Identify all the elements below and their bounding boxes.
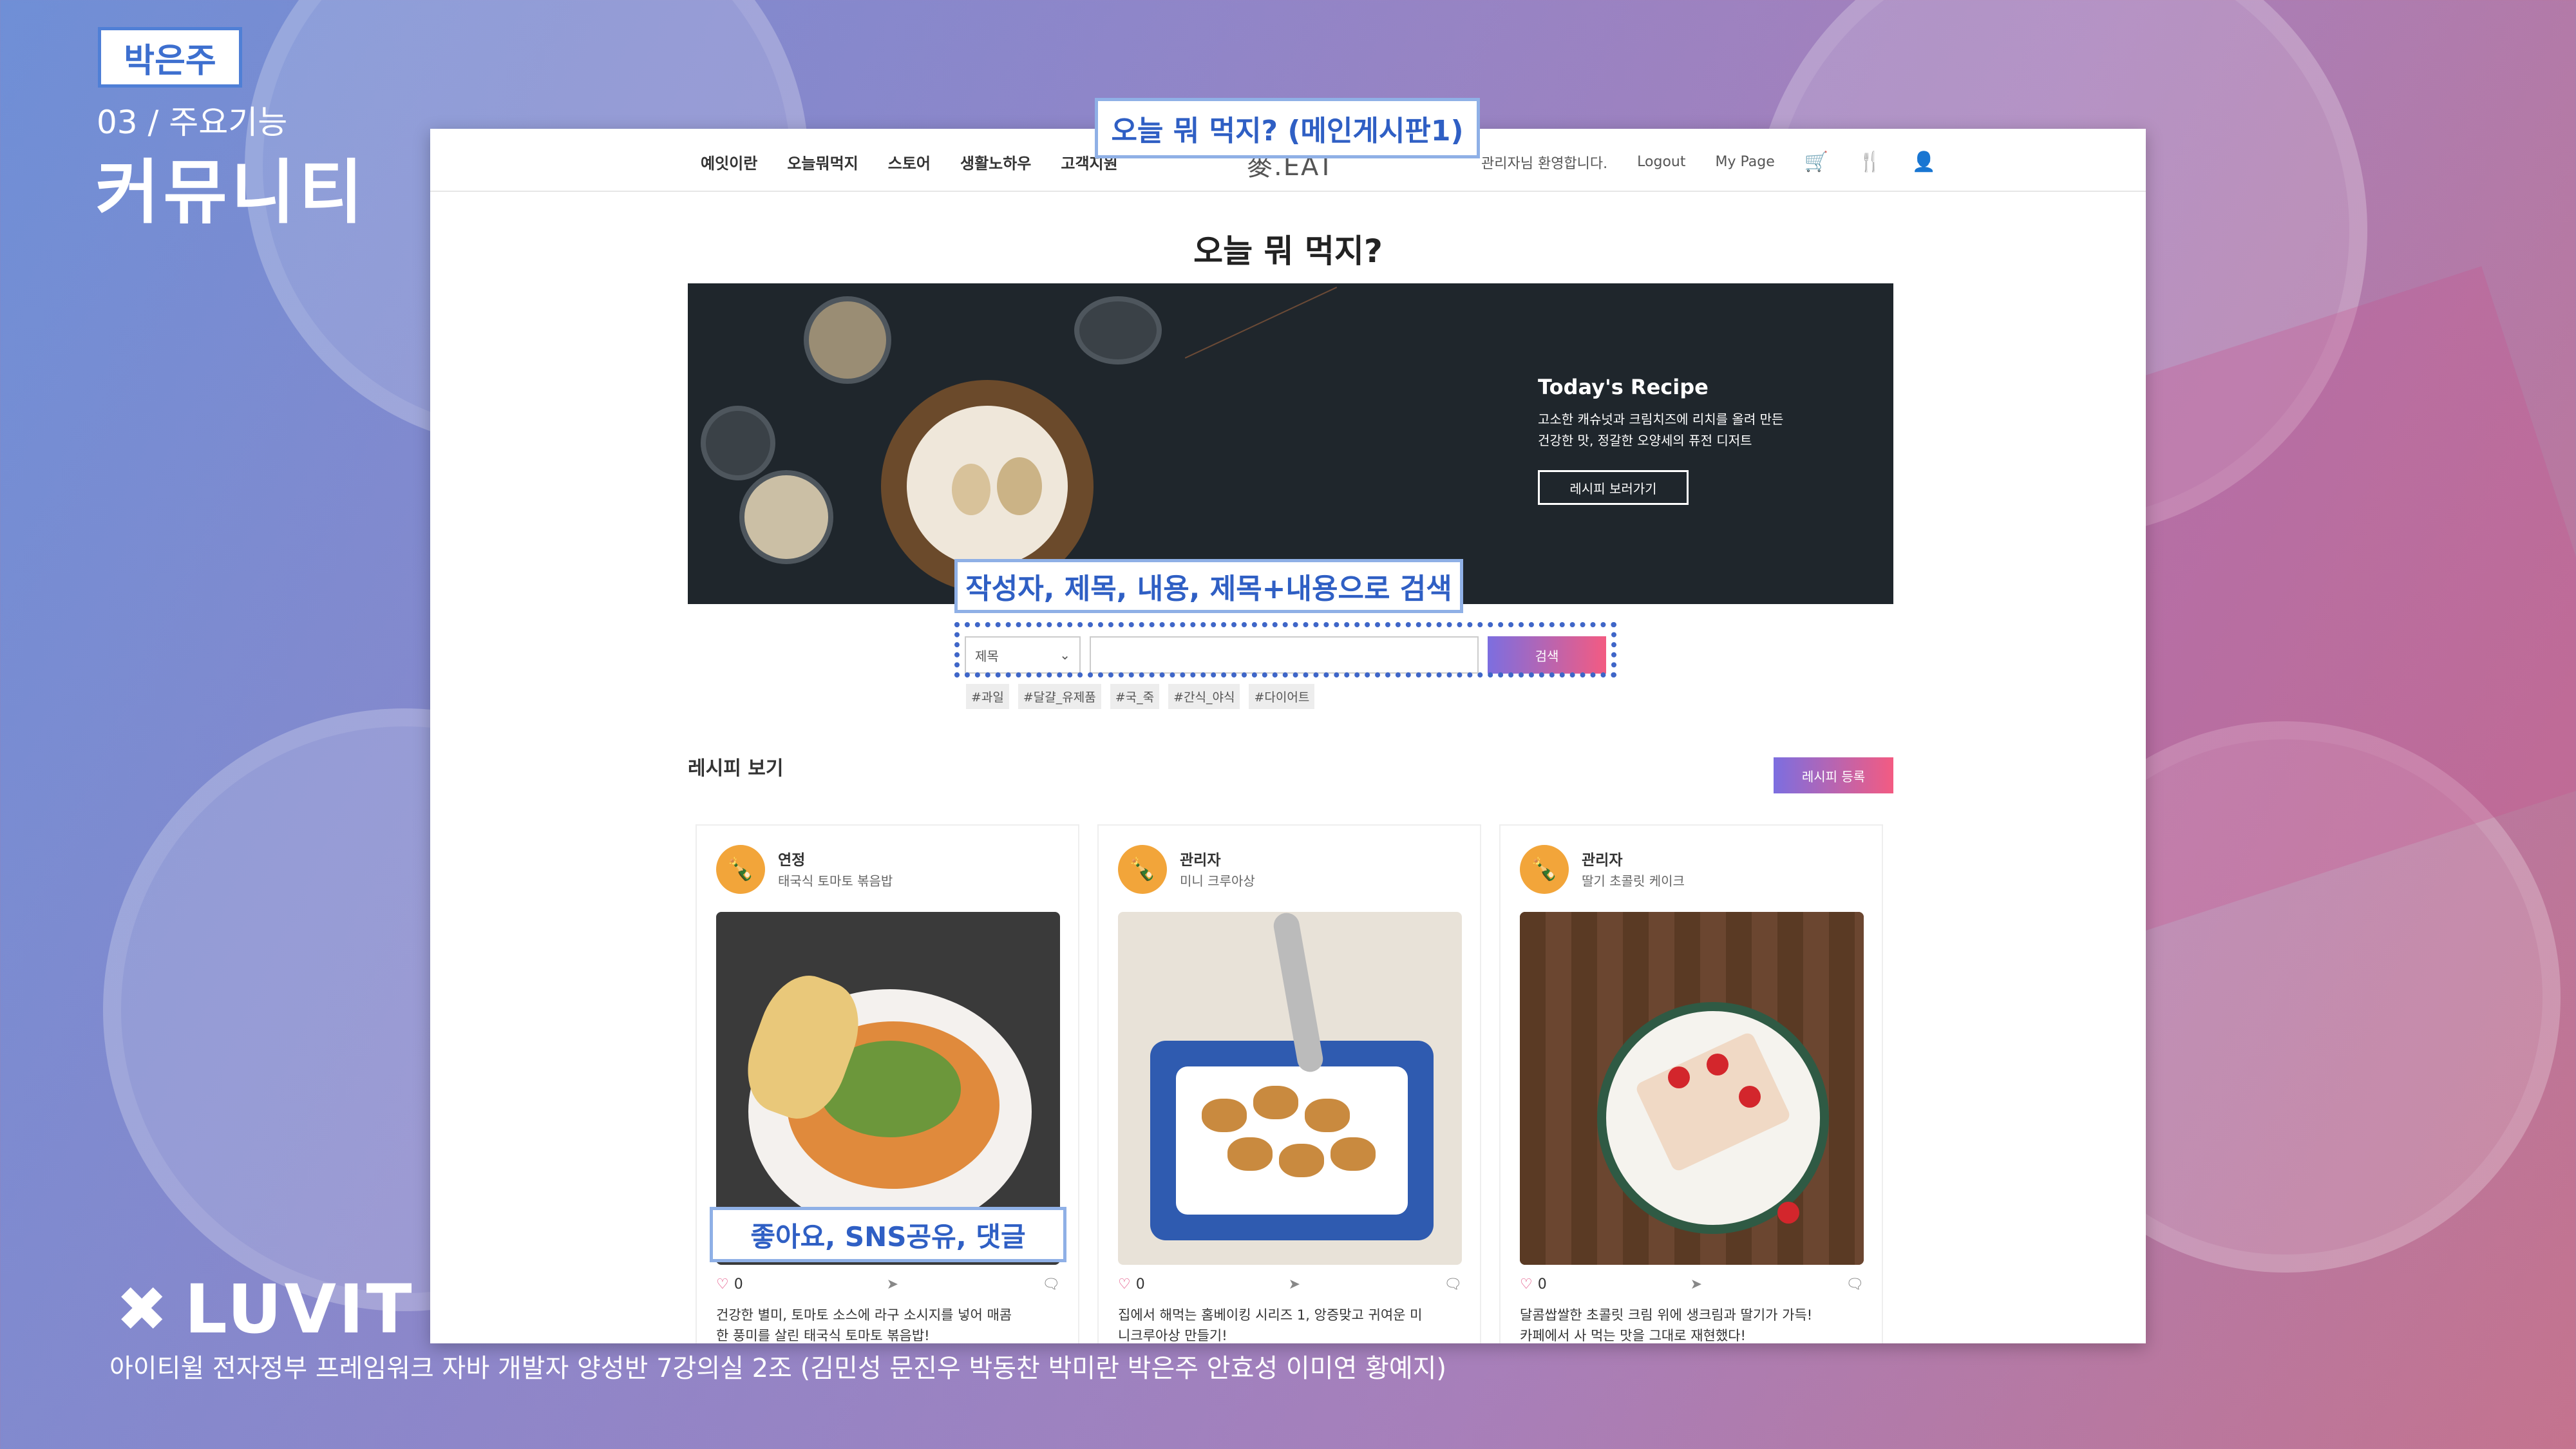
utensils-icon: ✖ — [116, 1273, 168, 1345]
mypage-link[interactable]: My Page — [1715, 154, 1774, 170]
card-actions: ♡ 0 ➤ 🗨 — [1118, 1276, 1462, 1293]
banner-decoration — [739, 470, 833, 564]
recipe-card[interactable]: 🍾 연정 태국식 토마토 볶음밥 ♡ 0 ➤ 🗨 건강한 별미, 토마토 소스에 … — [696, 824, 1079, 1343]
hashtag-snack[interactable]: #간식_야식 — [1168, 684, 1240, 709]
recipe-card[interactable]: 🍾 관리자 미니 크루아상 ♡ 0 ➤ 🗨 집에서 해먹는 홈베이킹 시리즈 1,… — [1097, 824, 1481, 1343]
like-button[interactable]: ♡ 0 — [1520, 1276, 1547, 1293]
like-count: 0 — [1135, 1276, 1145, 1293]
card-description: 건강한 별미, 토마토 소스에 라구 소시지를 넣어 매콤 한 풍미를 살린 태… — [716, 1305, 1064, 1343]
card-title[interactable]: 딸기 초콜릿 케이크 — [1582, 871, 1685, 889]
photo-detail — [1668, 1066, 1690, 1088]
banner-decoration — [701, 406, 775, 480]
website-screenshot: 예잇이란 오늘뭐먹지 스토어 생활노하우 고객지원 麥.EAT 관리자님 환영합… — [430, 129, 2146, 1343]
card-description-line: 건강한 별미, 토마토 소스에 라구 소시지를 넣어 매콤 — [716, 1307, 1012, 1323]
card-author: 연정 — [778, 852, 806, 869]
card-author: 관리자 — [1180, 852, 1221, 869]
register-recipe-button[interactable]: 레시피 등록 — [1774, 757, 1893, 793]
photo-detail — [1279, 1144, 1324, 1177]
photo-detail — [1253, 1086, 1298, 1119]
avatar: 🍾 — [1520, 845, 1569, 894]
section-title: 커뮤니티 — [95, 153, 367, 233]
callout-search: 작성자, 제목, 내용, 제목+내용으로 검색 — [954, 559, 1463, 613]
like-count: 0 — [1537, 1276, 1547, 1293]
like-button[interactable]: ♡ 0 — [716, 1276, 743, 1293]
greeting-text: 관리자님 환영합니다. — [1481, 155, 1608, 172]
logout-link[interactable]: Logout — [1637, 154, 1685, 170]
share-icon[interactable]: ➤ — [1690, 1276, 1702, 1293]
search-highlight-frame — [954, 622, 1616, 677]
nav-item-store[interactable]: 스토어 — [888, 151, 931, 173]
fork-knife-icon[interactable]: 🍴 — [1858, 151, 1882, 173]
photo-detail — [1176, 1066, 1408, 1215]
banner-description: 고소한 캐슈넛과 크림치즈에 리치를 올려 만든 — [1538, 412, 1784, 427]
heart-icon: ♡ — [1118, 1276, 1131, 1293]
banner-cake-image — [952, 464, 990, 515]
card-description-line: 달콤쌉쌀한 초콜릿 크림 위에 생크림과 딸기가 가득! — [1520, 1307, 1813, 1323]
hero-banner: Today's Recipe 고소한 캐슈넛과 크림치즈에 리치를 올려 만든 … — [688, 283, 1893, 604]
hashtag-soup-porridge[interactable]: #국_죽 — [1110, 684, 1160, 709]
nav-item-about[interactable]: 예잇이란 — [701, 151, 757, 173]
heart-icon: ♡ — [716, 1276, 729, 1293]
hashtag-egg-dairy[interactable]: #달걀_유제품 — [1018, 684, 1101, 709]
photo-detail — [1305, 1099, 1350, 1132]
card-title[interactable]: 태국식 토마토 볶음밥 — [778, 871, 893, 889]
card-description: 집에서 해먹는 홈베이킹 시리즈 1, 앙증맞고 귀여운 미 니크루아상 만들기… — [1118, 1305, 1466, 1343]
share-icon[interactable]: ➤ — [1289, 1276, 1300, 1293]
page-title: 오늘 뭐 먹지? — [1193, 232, 1383, 270]
photo-detail — [1739, 1086, 1761, 1108]
comment-icon[interactable]: 🗨 — [1846, 1276, 1864, 1293]
nav-item-what-to-eat[interactable]: 오늘뭐먹지 — [787, 151, 858, 173]
card-title[interactable]: 미니 크루아상 — [1180, 871, 1255, 889]
like-count: 0 — [734, 1276, 743, 1293]
author-badge: 박은주 — [98, 27, 242, 88]
card-description-line: 카페에서 사 먹는 맛을 그대로 재현했다! — [1520, 1328, 1746, 1343]
banner-decoration — [804, 296, 891, 384]
footer-credit: 아이티윌 전자정부 프레임워크 자바 개발자 양성반 7강의실 2조 (김민성 … — [109, 1354, 1447, 1383]
card-actions: ♡ 0 ➤ 🗨 — [716, 1276, 1060, 1293]
comment-icon[interactable]: 🗨 — [1444, 1276, 1462, 1293]
card-description-line: 한 풍미를 살린 태국식 토마토 볶음밥! — [716, 1328, 930, 1343]
avatar: 🍾 — [1118, 845, 1167, 894]
heart-icon: ♡ — [1520, 1276, 1533, 1293]
nav-item-tips[interactable]: 생활노하우 — [960, 151, 1031, 173]
photo-detail — [1331, 1137, 1376, 1171]
avatar: 🍾 — [716, 845, 765, 894]
cart-icon[interactable]: 🛒 — [1804, 151, 1828, 173]
card-actions: ♡ 0 ➤ 🗨 — [1520, 1276, 1864, 1293]
banner-decoration — [1184, 287, 1338, 359]
banner-decoration — [1074, 296, 1162, 365]
recipe-section-title: 레시피 보기 — [688, 757, 784, 780]
nav-user-area: 관리자님 환영합니다. Logout My Page 🛒 🍴 👤 — [1481, 151, 1936, 173]
photo-detail — [1707, 1054, 1728, 1075]
nav-menu: 예잇이란 오늘뭐먹지 스토어 생활노하우 고객지원 — [701, 151, 1118, 173]
banner-title: Today's Recipe — [1538, 375, 1709, 399]
hashtag-list: #과일 #달걀_유제품 #국_죽 #간식_야식 #다이어트 — [966, 684, 1315, 709]
card-description-line: 니크루아상 만들기! — [1118, 1328, 1227, 1343]
logo-text: LUVIT — [184, 1270, 415, 1349]
like-button[interactable]: ♡ 0 — [1118, 1276, 1145, 1293]
photo-detail — [1227, 1137, 1273, 1171]
card-description-line: 집에서 해먹는 홈베이킹 시리즈 1, 앙증맞고 귀여운 미 — [1118, 1307, 1423, 1323]
hashtag-diet[interactable]: #다이어트 — [1249, 684, 1315, 709]
share-icon[interactable]: ➤ — [887, 1276, 898, 1293]
card-author: 관리자 — [1582, 852, 1623, 869]
luvit-logo: ✖ LUVIT — [116, 1270, 415, 1349]
photo-detail — [1777, 1202, 1799, 1224]
hashtag-fruit[interactable]: #과일 — [966, 684, 1009, 709]
comment-icon[interactable]: 🗨 — [1042, 1276, 1060, 1293]
banner-description: 건강한 맛, 정갈한 오양세의 퓨전 디저트 — [1538, 433, 1752, 448]
banner-cake-image — [997, 457, 1042, 515]
view-recipe-button[interactable]: 레시피 보러가기 — [1538, 470, 1689, 505]
card-description: 달콤쌉쌀한 초콜릿 크림 위에 생크림과 딸기가 가득! 카페에서 사 먹는 맛… — [1520, 1305, 1868, 1343]
recipe-card[interactable]: 🍾 관리자 딸기 초콜릿 케이크 ♡ 0 ➤ 🗨 달콤쌉쌀한 초콜릿 크림 위에 … — [1499, 824, 1883, 1343]
recipe-photo[interactable] — [1520, 912, 1864, 1265]
user-settings-icon[interactable]: 👤 — [1911, 151, 1935, 173]
callout-main-board: 오늘 뭐 먹지? (메인게시판1) — [1095, 98, 1480, 158]
photo-detail — [1202, 1099, 1247, 1132]
recipe-photo[interactable] — [1118, 912, 1462, 1265]
callout-like-share-comment: 좋아요, SNS공유, 댓글 — [710, 1207, 1066, 1262]
